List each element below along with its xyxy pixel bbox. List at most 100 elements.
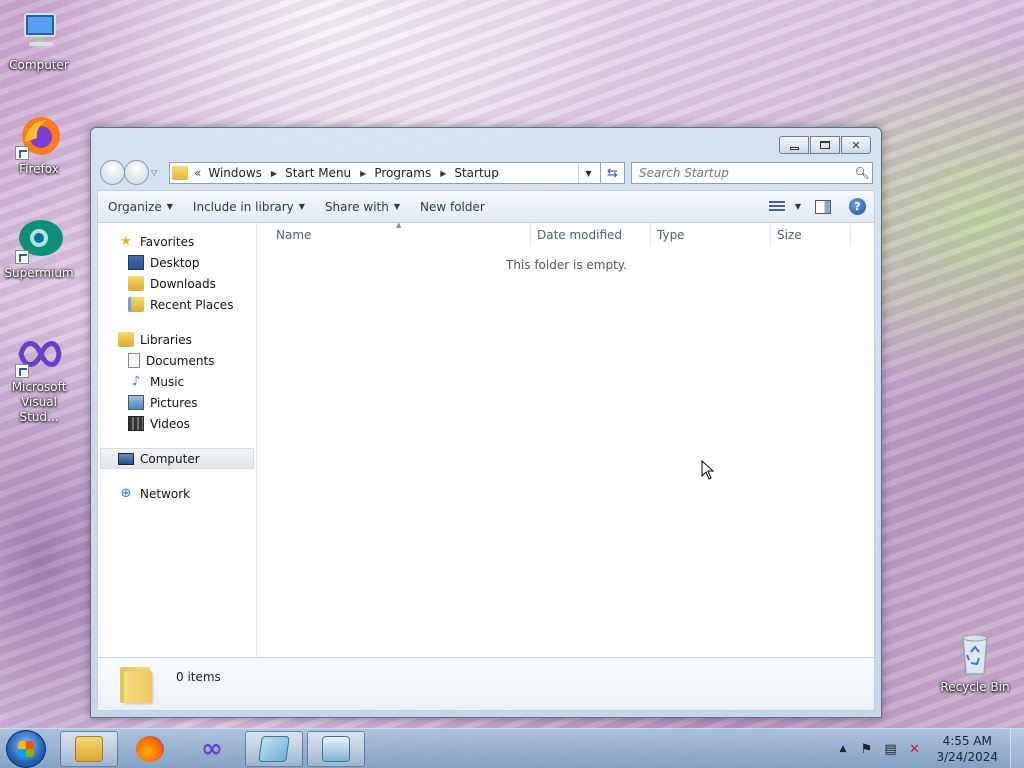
taskbar: ∞ ▲ ⚑ ▤ ✕ 4:55 AM 3/24/2024 [0,728,1024,768]
show-hidden-icons-button[interactable]: ▲ [840,744,847,754]
view-list-icon [768,200,785,213]
column-header-date-modified[interactable]: Date modified [531,223,651,246]
close-icon: ✕ [851,138,861,152]
item-count: 0 items [176,670,221,684]
volume-muted-icon[interactable]: ✕ [906,741,922,757]
content-area: ★ Favorites Desktop Downloads Recent Plac… [97,221,875,658]
network-icon: ⊕ [120,486,132,501]
nav-desktop[interactable]: Desktop [98,252,256,273]
window-controls: ✕ [779,136,871,154]
sort-ascending-icon: ▲ [396,221,402,229]
search-box[interactable]: 🔍︎ [631,162,873,184]
star-icon: ★ [120,234,132,249]
change-view-button[interactable]: ▼ [768,200,801,213]
include-in-library-button[interactable]: Include in library ▼ [183,191,315,222]
maximize-button[interactable] [810,136,840,154]
chevron-down-icon: ▼ [393,202,400,211]
breadcrumb-item[interactable]: Windows ▶ [208,166,277,180]
details-pane: 0 items [97,658,875,711]
show-desktop-button[interactable] [1010,729,1024,768]
preview-pane-button[interactable] [815,199,831,214]
shortcut-arrow-icon [15,146,29,160]
column-header-name[interactable]: ▲ Name [258,221,531,246]
recent-places-icon [128,297,144,312]
taskbar-control-panel[interactable] [307,731,365,767]
navigation-buttons: ▽ [100,160,157,185]
nav-computer[interactable]: Computer [100,448,254,469]
breadcrumb-item[interactable]: Start Menu ▶ [285,166,366,180]
supermium-icon [15,216,63,264]
help-button[interactable]: ? [849,198,866,215]
refresh-button[interactable]: ⇆ [600,162,625,184]
firefox-icon [136,736,164,762]
firefox-icon [15,112,63,160]
close-button[interactable]: ✕ [841,136,871,154]
column-header-size[interactable]: Size [771,223,851,246]
nav-music[interactable]: ♪ Music [98,371,256,392]
computer-icon [15,8,63,56]
clock-time: 4:55 AM [942,734,992,748]
forward-button[interactable] [124,160,149,185]
visual-studio-icon: ∞ [201,734,223,764]
nav-network[interactable]: ⊕ Network [98,483,256,504]
desktop-icon-supermium[interactable]: Supermium [0,216,78,281]
desktop-icon-visual-studio[interactable]: Microsoft Visual Stud... [0,330,78,425]
folder-icon [172,166,188,180]
column-header-type[interactable]: Type [651,223,771,246]
new-folder-button[interactable]: New folder [410,191,495,222]
back-button[interactable] [100,160,125,185]
chevron-down-icon: ▼ [794,202,801,211]
chevron-right-icon[interactable]: ▶ [271,169,277,178]
chevron-down-icon: ▼ [166,202,173,211]
nav-videos[interactable]: Videos [98,413,256,434]
chevron-right-icon[interactable]: ▶ [360,169,366,178]
pictures-icon [128,395,144,410]
nav-recent-places[interactable]: Recent Places [98,294,256,315]
chevron-right-icon[interactable]: ▶ [440,169,446,178]
nav-documents[interactable]: Documents [98,350,256,371]
folder-icon [118,663,154,705]
music-icon: ♪ [131,374,141,389]
taskbar-windows-explorer[interactable] [60,731,118,767]
command-bar: Organize ▼ Include in library ▼ Share with… [97,190,875,222]
breadcrumb-overflow[interactable]: « [194,166,201,180]
empty-folder-message: This folder is empty. [506,258,627,272]
clock-date: 3/24/2024 [936,750,998,764]
control-panel-icon [322,736,350,762]
nav-favorites[interactable]: ★ Favorites [98,231,256,252]
start-button[interactable] [6,730,46,768]
maximize-icon [820,141,830,149]
desktop-icon-firefox[interactable]: Firefox [0,112,78,177]
search-input[interactable] [632,164,852,182]
nav-downloads[interactable]: Downloads [98,273,256,294]
taskbar-visual-studio[interactable]: ∞ [183,731,241,767]
network-status-icon[interactable]: ▤ [882,741,898,757]
action-center-flag-icon[interactable]: ⚑ [858,741,874,757]
minimize-button[interactable] [779,136,809,154]
address-dropdown-button[interactable]: ▼ [578,163,598,183]
taskbar-notepad[interactable] [245,731,303,767]
videos-icon [128,416,144,431]
breadcrumb-item[interactable]: Startup [454,166,499,180]
share-with-button[interactable]: Share with ▼ [315,191,410,222]
desktop-icon-computer[interactable]: Computer [0,8,78,73]
nav-pictures[interactable]: Pictures [98,392,256,413]
computer-icon [118,452,134,465]
downloads-folder-icon [128,276,144,291]
navigation-pane: ★ Favorites Desktop Downloads Recent Plac… [98,223,257,657]
taskbar-firefox[interactable] [121,731,179,767]
breadcrumb-item[interactable]: Programs ▶ [374,166,446,180]
libraries-icon [118,332,134,347]
recycle-bin-icon [951,630,999,678]
file-list[interactable]: ▲ Name Date modified Type Size This folde… [258,221,874,657]
organize-button[interactable]: Organize ▼ [98,191,183,222]
nav-libraries[interactable]: Libraries [98,329,256,350]
address-bar[interactable]: « Windows ▶ Start Menu ▶ Programs ▶ Startup… [169,162,625,184]
shortcut-arrow-icon [15,364,29,378]
column-headers: ▲ Name Date modified Type Size [258,221,874,246]
search-icon[interactable]: 🔍︎ [852,166,872,180]
recent-pages-dropdown[interactable]: ▽ [151,168,157,177]
desktop-icon-recycle-bin[interactable]: Recycle Bin [936,630,1014,695]
clock[interactable]: 4:55 AM 3/24/2024 [936,733,998,765]
chevron-down-icon: ▼ [298,202,305,211]
